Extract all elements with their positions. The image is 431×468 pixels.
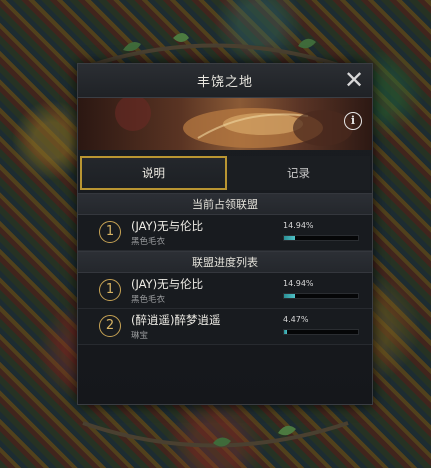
- tab-description[interactable]: 说明: [80, 156, 227, 190]
- territory-banner: i: [78, 98, 372, 150]
- current-occupier-header: 当前占领联盟: [78, 193, 372, 215]
- tab-bar: 说明 记录: [78, 150, 372, 190]
- dialog-title-bar: 丰饶之地 ✕: [78, 64, 372, 98]
- progress-percent: 14.94%: [283, 221, 314, 230]
- tab-description-label: 说明: [142, 166, 165, 180]
- info-icon[interactable]: i: [344, 112, 362, 130]
- tab-records[interactable]: 记录: [227, 156, 370, 190]
- dialog-title: 丰饶之地: [196, 75, 253, 90]
- alliance-row[interactable]: 2 (醉逍遥)醉梦逍遥 琳宝 4.47%: [78, 309, 372, 345]
- alliance-name: (醉逍遥)醉梦逍遥: [131, 313, 221, 327]
- close-icon[interactable]: ✕: [342, 68, 366, 92]
- alliance-progress-title: 联盟进度列表: [192, 256, 258, 269]
- alliance-row[interactable]: 1 (JAY)无与伦比 黑色毛衣 14.94%: [78, 215, 372, 251]
- alliance-leader: 黑色毛衣: [131, 295, 166, 305]
- progress-bar: [283, 235, 359, 241]
- progress-fill: [284, 236, 296, 240]
- progress-bar: [283, 329, 359, 335]
- rank-badge: 1: [99, 221, 121, 243]
- alliance-leader: 琳宝: [131, 331, 149, 341]
- banner-artwork: [115, 98, 353, 148]
- alliance-progress-header: 联盟进度列表: [78, 251, 372, 273]
- rank-badge: 1: [99, 279, 121, 301]
- progress-percent: 4.47%: [283, 315, 309, 324]
- tab-records-label: 记录: [287, 166, 310, 180]
- progress-percent: 14.94%: [283, 279, 314, 288]
- alliance-name: (JAY)无与伦比: [131, 277, 204, 291]
- territory-dialog: 丰饶之地 ✕ i 说明 记录 当前占领联盟 1 (JAY)无与伦比 黑色毛衣 1…: [77, 63, 373, 405]
- current-occupier-title: 当前占领联盟: [192, 198, 258, 211]
- alliance-leader: 黑色毛衣: [131, 237, 166, 247]
- progress-bar: [283, 293, 359, 299]
- progress-fill: [284, 330, 288, 334]
- alliance-row[interactable]: 1 (JAY)无与伦比 黑色毛衣 14.94%: [78, 273, 372, 309]
- progress-fill: [284, 294, 296, 298]
- rank-badge: 2: [99, 315, 121, 337]
- alliance-name: (JAY)无与伦比: [131, 219, 204, 233]
